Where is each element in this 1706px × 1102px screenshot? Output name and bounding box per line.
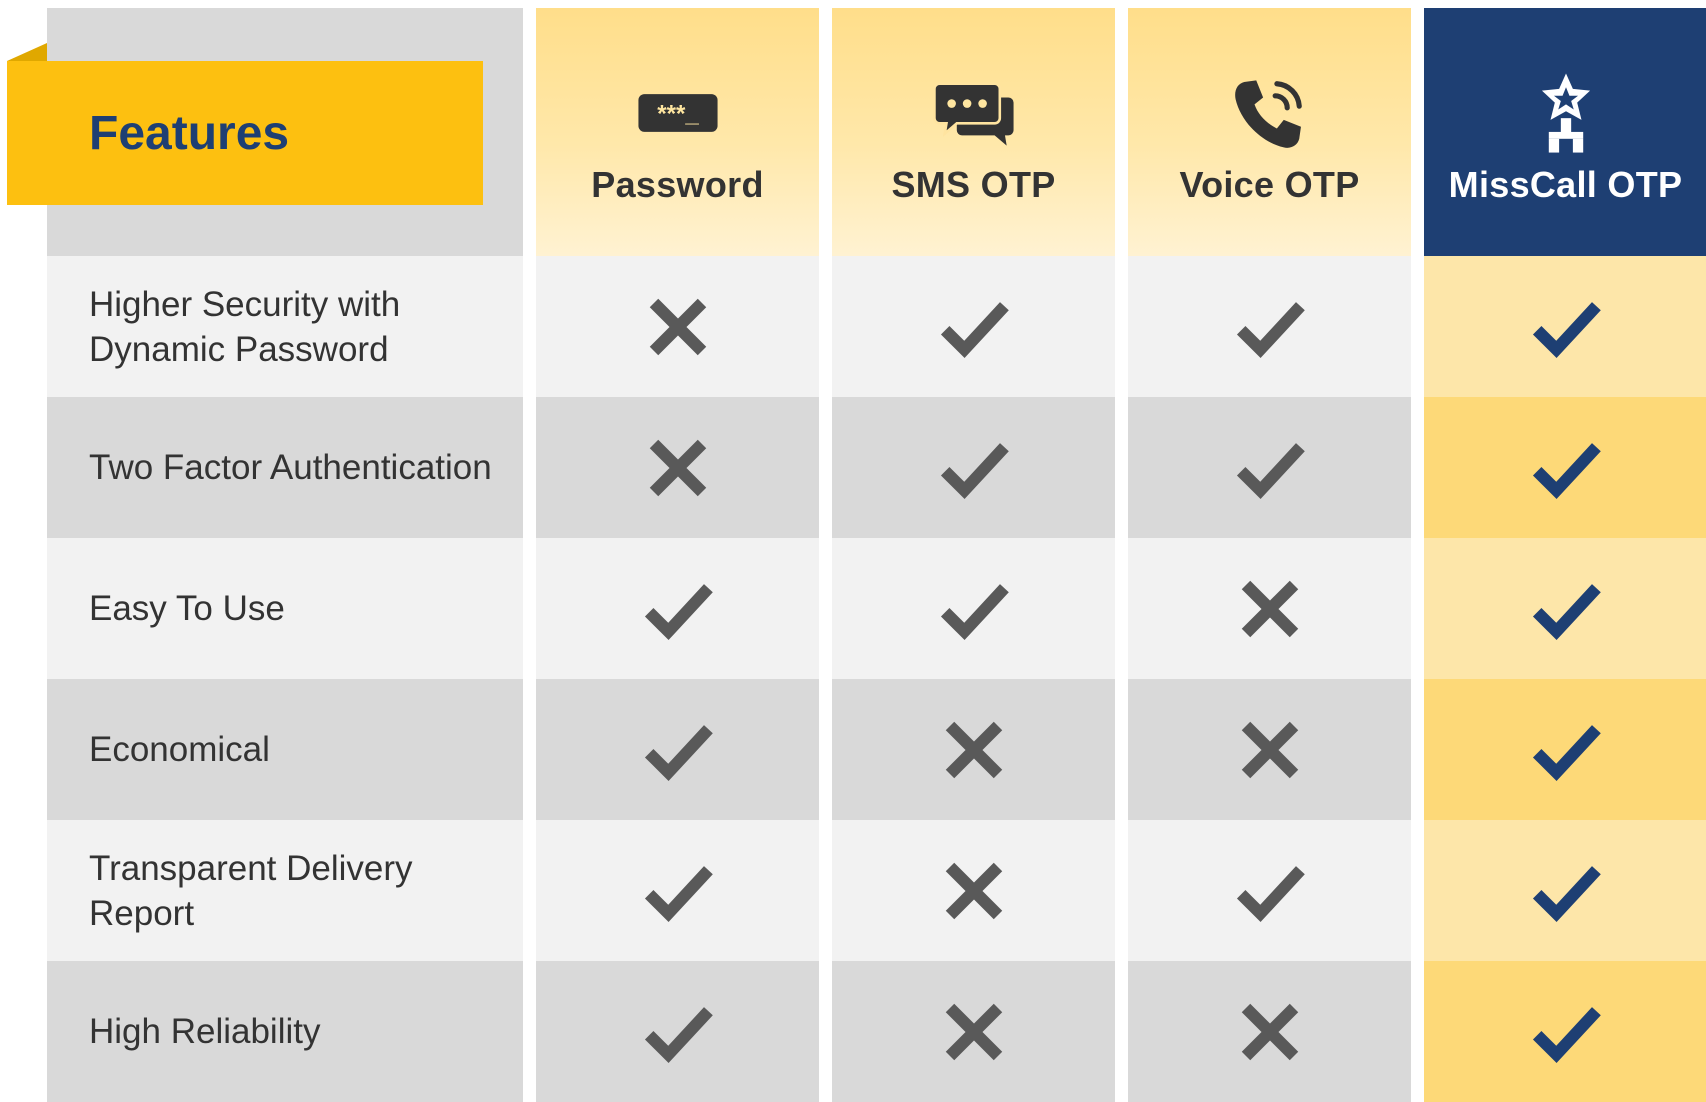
- feature-label: Transparent Delivery Report: [47, 820, 523, 961]
- mark-cell-voice-otp: [1128, 820, 1411, 961]
- feature-label: Higher Security with Dynamic Password: [47, 256, 523, 397]
- feature-label: Two Factor Authentication: [47, 397, 523, 538]
- password-field-icon: ***_: [635, 70, 721, 156]
- checkmark-icon: [1526, 851, 1606, 931]
- header-label-voice-otp: Voice OTP: [1179, 164, 1360, 205]
- mark-cell-sms-otp: [832, 397, 1115, 538]
- checkmark-icon: [1526, 287, 1606, 367]
- mark-cell-password: [536, 397, 819, 538]
- checkmark-icon: [1526, 710, 1606, 790]
- cross-icon: [934, 851, 1014, 931]
- mark-cell-sms-otp: [832, 820, 1115, 961]
- header-password: ***_ Password: [536, 8, 819, 256]
- mark-cell-voice-otp: [1128, 961, 1411, 1102]
- svg-text:***_: ***_: [657, 101, 699, 128]
- cross-icon: [638, 287, 718, 367]
- mark-cell-sms-otp: [832, 256, 1115, 397]
- mark-cell-voice-otp: [1128, 538, 1411, 679]
- mark-cell-voice-otp: [1128, 397, 1411, 538]
- checkmark-icon: [934, 428, 1014, 508]
- checkmark-icon: [934, 287, 1014, 367]
- header-voice-otp: Voice OTP: [1128, 8, 1411, 256]
- checkmark-icon: [1526, 428, 1606, 508]
- mark-cell-sms-otp: [832, 538, 1115, 679]
- cross-icon: [1230, 710, 1310, 790]
- mark-cell-password: [536, 538, 819, 679]
- trophy-star-icon: [1523, 70, 1609, 156]
- header-label-sms-otp: SMS OTP: [891, 164, 1056, 205]
- phone-call-icon: [1227, 70, 1313, 156]
- chat-bubbles-icon: [931, 70, 1017, 156]
- feature-label: Economical: [47, 679, 523, 820]
- mark-cell-password: [536, 679, 819, 820]
- checkmark-icon: [1230, 851, 1310, 931]
- mark-cell-misscall-otp: [1424, 538, 1706, 679]
- mark-cell-sms-otp: [832, 679, 1115, 820]
- mark-cell-password: [536, 256, 819, 397]
- mark-cell-misscall-otp: [1424, 256, 1706, 397]
- mark-cell-misscall-otp: [1424, 679, 1706, 820]
- checkmark-icon: [638, 569, 718, 649]
- mark-cell-sms-otp: [832, 961, 1115, 1102]
- cross-icon: [934, 710, 1014, 790]
- mark-cell-voice-otp: [1128, 256, 1411, 397]
- checkmark-icon: [1230, 428, 1310, 508]
- features-banner-fold: [7, 43, 47, 61]
- cross-icon: [1230, 992, 1310, 1072]
- checkmark-icon: [638, 851, 718, 931]
- mark-cell-misscall-otp: [1424, 397, 1706, 538]
- mark-cell-password: [536, 961, 819, 1102]
- checkmark-icon: [1526, 992, 1606, 1072]
- checkmark-icon: [1526, 569, 1606, 649]
- cross-icon: [638, 428, 718, 508]
- cross-icon: [1230, 569, 1310, 649]
- feature-label: Easy To Use: [47, 538, 523, 679]
- mark-cell-misscall-otp: [1424, 820, 1706, 961]
- header-label-misscall-otp: MissCall OTP: [1448, 164, 1683, 205]
- checkmark-icon: [1230, 287, 1310, 367]
- header-sms-otp: SMS OTP: [832, 8, 1115, 256]
- header-label-password: Password: [591, 164, 764, 205]
- checkmark-icon: [638, 992, 718, 1072]
- checkmark-icon: [638, 710, 718, 790]
- feature-label: High Reliability: [47, 961, 523, 1102]
- features-banner: Features: [7, 61, 483, 205]
- features-title: Features: [89, 106, 290, 160]
- mark-cell-voice-otp: [1128, 679, 1411, 820]
- mark-cell-misscall-otp: [1424, 961, 1706, 1102]
- header-misscall-otp: MissCall OTP: [1424, 8, 1706, 256]
- mark-cell-password: [536, 820, 819, 961]
- checkmark-icon: [934, 569, 1014, 649]
- cross-icon: [934, 992, 1014, 1072]
